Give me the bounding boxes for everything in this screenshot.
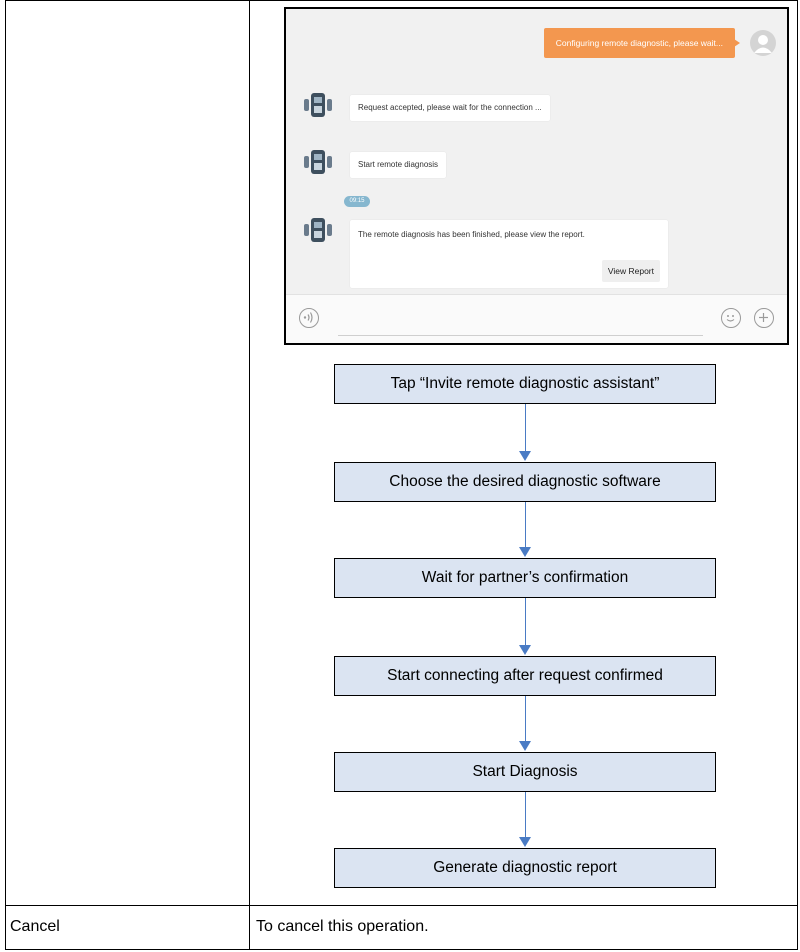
robot-icon xyxy=(304,150,332,174)
flow-step-choose-software: Choose the desired diagnostic software xyxy=(334,462,716,502)
timestamp-badge: 09:15 xyxy=(344,196,370,207)
flow-arrow xyxy=(519,696,531,751)
view-report-button[interactable]: View Report xyxy=(601,260,660,282)
table-column-divider xyxy=(249,0,250,950)
flow-step-invite-assistant: Tap “Invite remote diagnostic assistant” xyxy=(334,364,716,404)
assistant-avatar xyxy=(302,146,334,178)
chat-input-bar xyxy=(286,294,787,343)
robot-icon xyxy=(304,93,332,117)
message-request-accepted: Request accepted, please wait for the co… xyxy=(350,95,550,121)
user-silhouette-icon xyxy=(754,35,772,53)
flow-step-start-diagnosis: Start Diagnosis xyxy=(334,752,716,792)
flow-step-generate-report: Generate diagnostic report xyxy=(334,848,716,888)
flow-step-wait-confirmation: Wait for partner’s confirmation xyxy=(334,558,716,598)
table-border-top xyxy=(5,0,798,1)
emoji-icon[interactable] xyxy=(721,308,741,328)
flow-arrow xyxy=(519,792,531,847)
table-border-right xyxy=(797,0,798,950)
cancel-label: Cancel xyxy=(10,918,60,935)
cancel-description: To cancel this operation. xyxy=(256,918,429,935)
outgoing-message: Configuring remote diagnostic, please wa… xyxy=(543,28,741,58)
chat-screenshot: Configuring remote diagnostic, please wa… xyxy=(284,7,789,345)
robot-icon xyxy=(304,218,332,242)
message-input[interactable] xyxy=(338,335,703,336)
message-start-remote-diagnosis: Start remote diagnosis xyxy=(350,152,447,178)
message-diagnosis-finished: The remote diagnosis has been finished, … xyxy=(350,220,668,288)
assistant-avatar xyxy=(302,89,334,121)
flow-arrow xyxy=(519,598,531,655)
flow-arrow xyxy=(519,404,531,461)
table-border-left xyxy=(5,0,6,950)
table-row-divider xyxy=(5,905,798,906)
assistant-avatar xyxy=(302,214,334,246)
add-attachment-icon[interactable] xyxy=(754,308,774,328)
table-border-bottom xyxy=(5,949,798,950)
flow-arrow xyxy=(519,502,531,557)
message-diagnosis-finished-text: The remote diagnosis has been finished, … xyxy=(358,230,585,239)
user-avatar xyxy=(750,30,776,56)
flow-step-start-connecting: Start connecting after request confirmed xyxy=(334,656,716,696)
voice-input-icon[interactable] xyxy=(299,308,319,328)
